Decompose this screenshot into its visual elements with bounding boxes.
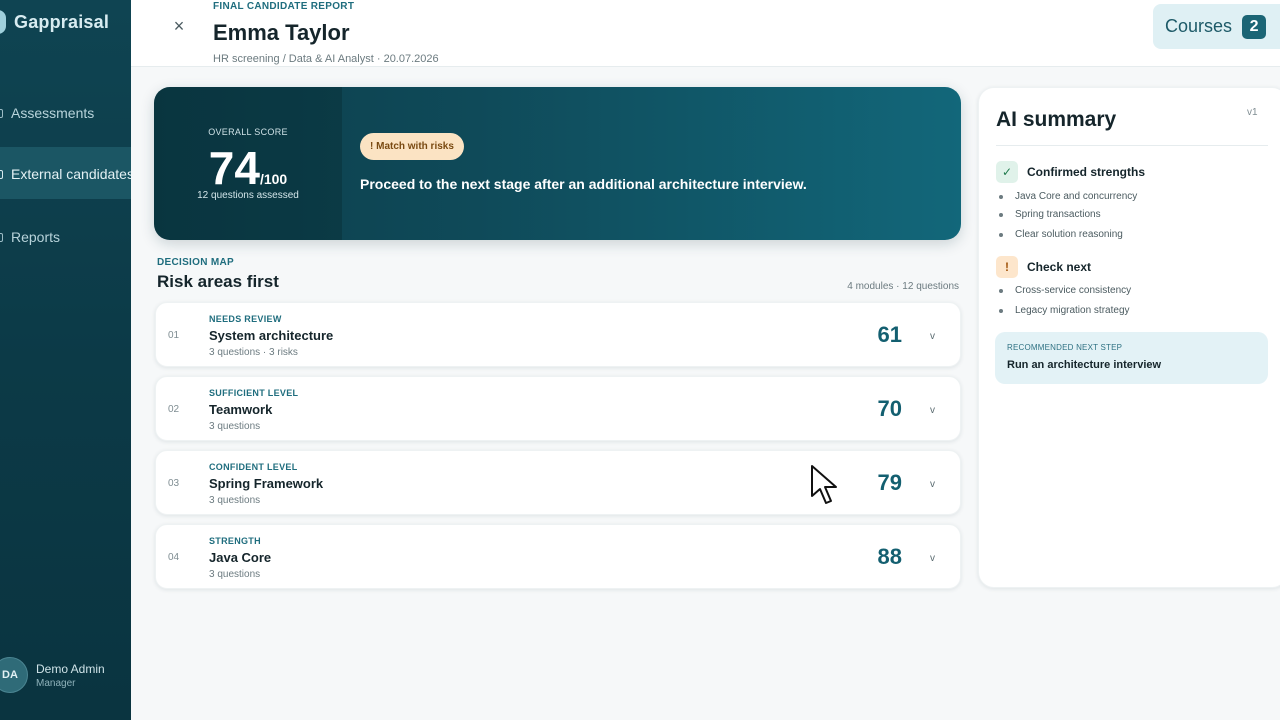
confirmed-strengths-header: ✓ Confirmed strengths xyxy=(996,161,1145,183)
sidebar-item-reports[interactable]: Reports xyxy=(0,229,60,245)
bullet-dot xyxy=(999,194,1003,199)
sidebar-item-assessments[interactable]: Assessments xyxy=(0,105,94,121)
list-item-text: Legacy migration strategy xyxy=(1015,305,1130,316)
sidebar-item-label: Reports xyxy=(11,229,61,245)
module-status: CONFIDENT LEVEL xyxy=(209,462,298,472)
user-profile[interactable]: DA Demo Admin Manager xyxy=(0,657,105,693)
recommendation-text: Proceed to the next stage after an addit… xyxy=(360,176,807,192)
courses-label: Courses xyxy=(1165,16,1233,36)
candidates-icon xyxy=(0,169,3,179)
check-icon: ✓ xyxy=(996,161,1018,183)
mouse-cursor-icon xyxy=(811,465,837,504)
divider xyxy=(996,145,1268,146)
brand[interactable]: Gappraisal xyxy=(0,10,109,34)
module-score: 70 xyxy=(877,396,902,421)
close-icon[interactable]: × xyxy=(169,14,189,38)
report-kicker: FINAL CANDIDATE REPORT xyxy=(213,1,355,12)
avatar: DA xyxy=(0,657,28,693)
module-name: Java Core xyxy=(209,550,272,565)
courses-count-badge: 2 xyxy=(1242,14,1267,39)
module-subtitle: 3 questions xyxy=(209,569,261,580)
ai-summary-title: AI summary xyxy=(996,108,1117,131)
list-item: Clear solution reasoning xyxy=(999,229,1123,240)
reports-icon xyxy=(0,232,3,242)
module-number: 02 xyxy=(168,404,180,415)
module-status: SUFFICIENT LEVEL xyxy=(209,388,299,398)
overall-score: 74 xyxy=(208,142,260,194)
module-number: 04 xyxy=(168,552,180,563)
section-label: Confirmed strengths xyxy=(1027,165,1146,179)
module-subtitle: 3 questions · 3 risks xyxy=(209,347,298,358)
score-max: /100 xyxy=(259,171,288,187)
module-status: STRENGTH xyxy=(209,536,261,546)
list-item: Cross-service consistency xyxy=(999,285,1131,296)
chevron-down-icon[interactable]: v xyxy=(930,405,935,416)
list-item-text: Spring transactions xyxy=(1015,209,1101,220)
module-subtitle: 3 questions xyxy=(209,495,261,506)
score-kicker: OVERALL SCORE xyxy=(208,127,288,137)
bullet-dot xyxy=(999,232,1003,237)
list-item: Spring transactions xyxy=(999,209,1101,220)
chevron-down-icon[interactable]: v xyxy=(930,553,935,564)
decision-map-meta: 4 modules · 12 questions xyxy=(847,281,959,292)
candidate-name: Emma Taylor xyxy=(213,20,350,45)
module-card-teamwork[interactable]: 02 SUFFICIENT LEVEL Teamwork 3 questions… xyxy=(155,376,961,441)
assessments-icon xyxy=(0,108,3,118)
recommended-next-step[interactable]: RECOMMENDED NEXT STEP Run an architectur… xyxy=(995,332,1268,384)
module-name: Spring Framework xyxy=(209,476,324,491)
score-value-row: 74/100 xyxy=(154,141,342,195)
next-step-text: Run an architecture interview xyxy=(1007,359,1162,371)
brand-name: Gappraisal xyxy=(14,11,110,32)
module-status: NEEDS REVIEW xyxy=(209,314,282,324)
module-name: System architecture xyxy=(209,328,334,343)
module-score: 88 xyxy=(877,544,902,569)
sidebar: Gappraisal Assessments External candidat… xyxy=(0,0,131,720)
list-item-text: Java Core and concurrency xyxy=(1015,191,1138,202)
match-risk-badge: ! Match with risks xyxy=(360,133,464,160)
list-item-text: Clear solution reasoning xyxy=(1015,229,1123,240)
warning-icon: ! xyxy=(996,256,1018,278)
decision-map-kicker: DECISION MAP xyxy=(157,257,234,268)
report-header: × FINAL CANDIDATE REPORT Emma Taylor HR … xyxy=(131,0,1280,67)
module-card-java-core[interactable]: 04 STRENGTH Java Core 3 questions 88 v xyxy=(155,524,961,589)
next-step-kicker: RECOMMENDED NEXT STEP xyxy=(1007,343,1123,352)
bullet-dot xyxy=(999,212,1003,217)
list-item-text: Cross-service consistency xyxy=(1015,285,1132,296)
chevron-down-icon[interactable]: v xyxy=(930,331,935,342)
overall-score-card: OVERALL SCORE 74/100 12 questions assess… xyxy=(154,87,961,240)
ai-summary-panel: AI summary v1 ✓ Confirmed strengths Java… xyxy=(978,87,1280,588)
sidebar-item-external-candidates[interactable]: External candidates xyxy=(0,166,131,182)
brand-logo-icon xyxy=(0,10,6,34)
sidebar-item-label: Assessments xyxy=(11,105,95,121)
courses-button[interactable]: Courses 2 xyxy=(1153,4,1280,49)
bullet-dot xyxy=(999,288,1003,293)
section-label: Check next xyxy=(1027,260,1092,274)
module-score: 79 xyxy=(877,470,902,495)
module-score: 61 xyxy=(877,322,902,347)
user-role: Manager xyxy=(36,677,76,689)
module-card-system-architecture[interactable]: 01 NEEDS REVIEW System architecture 3 qu… xyxy=(155,302,961,367)
sidebar-item-label: External candidates xyxy=(11,166,131,182)
module-name: Teamwork xyxy=(209,402,273,417)
bullet-dot xyxy=(999,308,1003,313)
chevron-down-icon[interactable]: v xyxy=(930,479,935,490)
check-next-header: ! Check next xyxy=(996,256,1091,278)
score-note: 12 questions assessed xyxy=(197,190,299,201)
module-subtitle: 3 questions xyxy=(209,421,261,432)
decision-map-title: Risk areas first xyxy=(157,272,279,291)
summary-version: v1 xyxy=(1247,107,1258,118)
module-number: 03 xyxy=(168,478,180,489)
list-item: Java Core and concurrency xyxy=(999,191,1137,202)
module-number: 01 xyxy=(168,330,180,341)
user-name: Demo Admin xyxy=(36,661,105,676)
list-item: Legacy migration strategy xyxy=(999,305,1130,316)
candidate-subtitle: HR screening / Data & AI Analyst · 20.07… xyxy=(213,53,439,65)
